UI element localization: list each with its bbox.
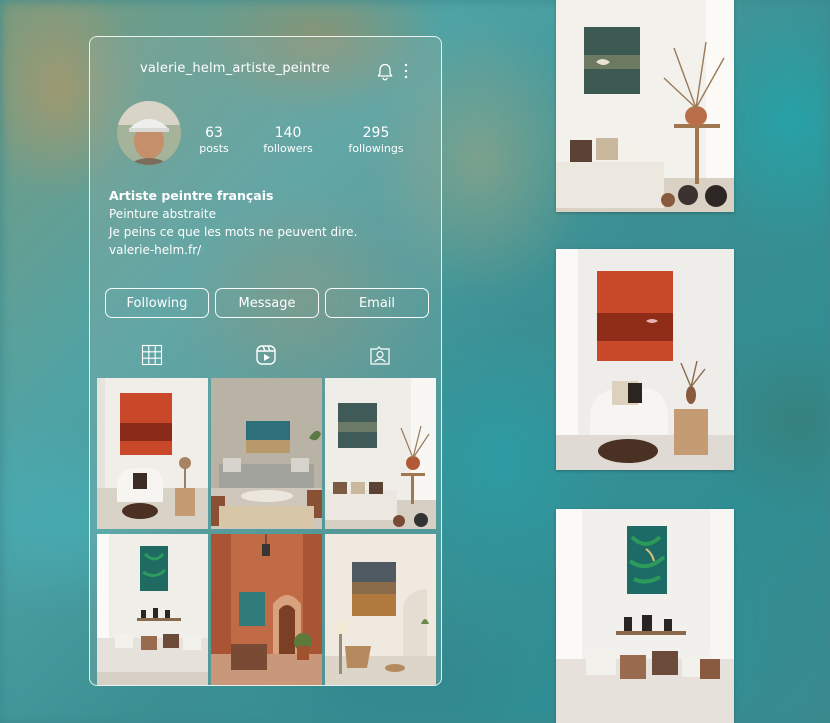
stat-followings[interactable]: 295 followings (336, 125, 416, 156)
post-thumbnail[interactable] (211, 534, 322, 685)
bio: Artiste peintre français Peinture abstra… (109, 187, 357, 259)
stat-followers[interactable]: 140 followers (248, 125, 328, 156)
bio-link[interactable]: valerie-helm.fr/ (109, 241, 357, 259)
reels-icon[interactable] (255, 344, 277, 366)
message-button[interactable]: Message (215, 288, 319, 318)
posts-grid (97, 378, 436, 685)
stat-posts[interactable]: 63 posts (174, 125, 254, 156)
showcase-image[interactable] (556, 509, 734, 723)
bio-name: Artiste peintre français (109, 188, 274, 203)
post-thumbnail[interactable] (97, 534, 208, 685)
avatar[interactable] (117, 101, 181, 165)
tagged-icon[interactable] (369, 344, 391, 366)
stat-label: followers (263, 142, 313, 155)
stat-value: 295 (362, 125, 390, 141)
post-thumbnail[interactable] (325, 534, 436, 685)
bell-icon[interactable] (375, 62, 395, 82)
username: valerie_helm_artiste_peintre (140, 61, 330, 76)
bio-line: Peinture abstraite (109, 207, 216, 221)
stat-label: posts (199, 142, 229, 155)
showcase-image[interactable] (556, 0, 734, 212)
stat-value: 140 (274, 125, 302, 141)
more-vertical-icon[interactable] (403, 62, 409, 80)
email-button[interactable]: Email (325, 288, 429, 318)
post-thumbnail[interactable] (211, 378, 322, 529)
stat-value: 63 (205, 125, 223, 141)
stat-label: followings (348, 142, 404, 155)
bio-line: Je peins ce que les mots ne peuvent dire… (109, 225, 358, 239)
showcase-image[interactable] (556, 249, 734, 470)
post-thumbnail[interactable] (325, 378, 436, 529)
post-thumbnail[interactable] (97, 378, 208, 529)
profile-panel: valerie_helm_artiste_peintre 63 posts 14… (89, 36, 442, 686)
following-button[interactable]: Following (105, 288, 209, 318)
grid-icon[interactable] (141, 344, 163, 366)
